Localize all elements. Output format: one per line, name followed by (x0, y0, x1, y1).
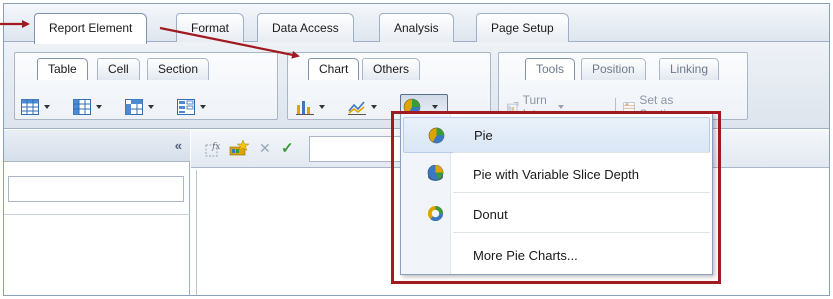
svg-text:fx: fx (211, 142, 220, 152)
crosstab-icon (125, 99, 143, 115)
left-panel-header: « (4, 130, 190, 162)
tab-chart[interactable]: Chart (308, 58, 360, 80)
line-chart-button[interactable] (348, 96, 377, 118)
chevron-down-icon (319, 105, 325, 109)
chevron-down-icon (558, 105, 565, 109)
chevron-down-icon (432, 105, 438, 109)
table-grid-icon (21, 99, 39, 115)
vertical-table-icon (73, 99, 91, 115)
tab-section[interactable]: Section (147, 58, 210, 80)
divider (4, 214, 190, 215)
line-chart-icon (348, 101, 366, 115)
annotation-highlight-box (391, 111, 721, 284)
crosstab-button[interactable] (125, 96, 154, 118)
cancel-formula-icon[interactable]: ✕ (259, 140, 271, 157)
tab-cell[interactable]: Cell (97, 58, 140, 80)
main-tab-strip: Report Element Format Data Access Analys… (4, 4, 829, 44)
chevron-down-icon (96, 105, 102, 109)
variable-editor-icon[interactable] (229, 139, 251, 157)
tab-position[interactable]: Position (581, 58, 646, 80)
chevron-down-icon (371, 105, 377, 109)
insert-table-button[interactable] (21, 96, 50, 118)
chevron-down-icon (200, 105, 206, 109)
tab-page-setup[interactable]: Page Setup (476, 13, 569, 43)
form-table-button[interactable] (177, 96, 206, 118)
form-table-icon (177, 99, 195, 115)
formula-fx-icon[interactable]: fx (205, 140, 223, 158)
bar-chart-button[interactable] (296, 96, 325, 118)
tab-data-access[interactable]: Data Access (257, 13, 354, 43)
chart-group: Chart Others (287, 52, 491, 120)
tab-analysis[interactable]: Analysis (379, 13, 454, 43)
validate-formula-icon[interactable]: ✓ (281, 139, 294, 157)
chevron-down-icon (148, 105, 154, 109)
vertical-table-button[interactable] (73, 96, 102, 118)
bar-chart-icon (296, 101, 314, 115)
left-panel-field[interactable] (8, 176, 184, 202)
tab-linking[interactable]: Linking (659, 58, 720, 80)
tools-group: Tools Position Linking Turn Into (498, 52, 748, 121)
tab-others[interactable]: Others (362, 58, 421, 80)
tab-tools[interactable]: Tools (525, 58, 576, 80)
tab-report-element[interactable]: Report Element (34, 13, 148, 44)
table-group: Table Cell Section (14, 52, 278, 120)
left-panel: « (4, 130, 190, 295)
chevron-down-icon (44, 105, 50, 109)
collapse-panel-icon[interactable]: « (175, 138, 182, 153)
tab-table[interactable]: Table (37, 58, 88, 80)
tab-format[interactable]: Format (176, 13, 245, 43)
